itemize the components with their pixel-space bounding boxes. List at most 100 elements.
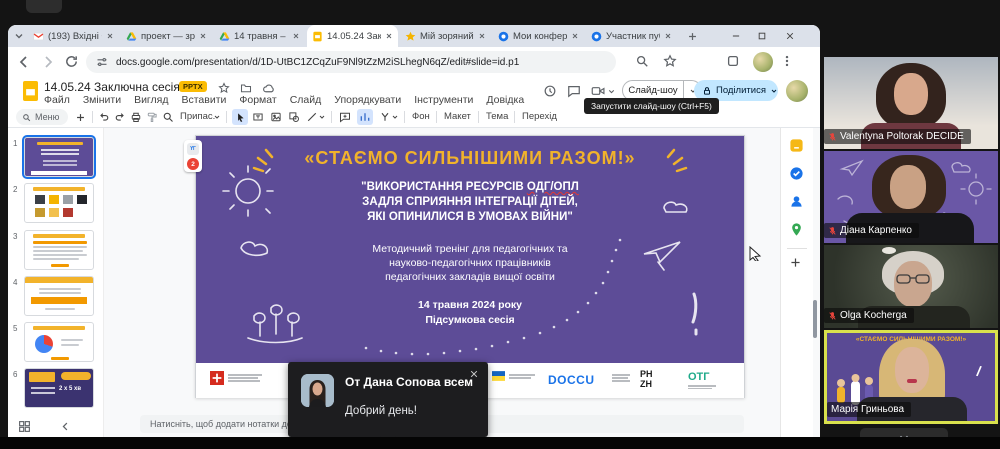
slide-thumbnail-2[interactable] <box>24 183 94 223</box>
chat-notification-popup[interactable]: От Дана Сопова всем Добрий день! <box>288 362 488 437</box>
tab-close-icon[interactable] <box>385 32 393 40</box>
browser-menu-kebab-icon[interactable] <box>780 54 796 70</box>
collapse-filmstrip-icon[interactable] <box>60 421 71 432</box>
browser-tab-drive-project[interactable]: проект — зрос… <box>121 25 212 47</box>
ministry-logo <box>492 371 535 381</box>
menu-file[interactable]: Файл <box>44 94 70 106</box>
tab-close-icon[interactable] <box>199 32 207 40</box>
history-icon[interactable] <box>543 84 556 97</box>
contacts-icon[interactable] <box>789 194 805 210</box>
tab-close-icon[interactable] <box>664 32 672 40</box>
extensions-icon[interactable] <box>726 54 742 70</box>
window-minimize-button[interactable] <box>728 28 744 44</box>
phzh-logo: PHZH <box>640 369 653 389</box>
browser-tab-conference[interactable]: Мои конфере… <box>493 25 584 47</box>
background-button[interactable]: Фон <box>412 111 430 122</box>
text-style-dropdown-icon[interactable] <box>390 111 400 123</box>
browser-profile-avatar[interactable] <box>753 52 773 72</box>
participant-tile-valentyna[interactable]: Valentyna Poltorak DECIDE <box>824 57 998 149</box>
menu-help[interactable]: Довідка <box>486 94 524 106</box>
side-panel-add-icon[interactable] <box>789 256 805 272</box>
slide-thumbnail-5[interactable] <box>24 322 94 362</box>
menu-arrange[interactable]: Упорядкувати <box>334 94 401 106</box>
comments-icon[interactable] <box>567 84 580 97</box>
menu-tools[interactable]: Інструменти <box>414 94 473 106</box>
menu-insert[interactable]: Вставити <box>181 94 226 106</box>
browser-tab-star[interactable]: Мій зоряний р… <box>400 25 491 47</box>
tab-close-icon[interactable] <box>106 32 114 40</box>
browser-tab-participant[interactable]: Участник публ… <box>586 25 677 47</box>
undo-icon[interactable] <box>96 109 112 125</box>
window-maximize-button[interactable] <box>754 28 770 44</box>
maps-icon[interactable] <box>789 222 805 238</box>
new-tab-button[interactable] <box>684 28 700 44</box>
browser-tab-drive-may14[interactable]: 14 травня – Go… <box>214 25 305 47</box>
thumbnail-caption: 2 х 5 хв <box>59 386 81 392</box>
insert-shape-icon[interactable] <box>286 109 302 125</box>
present-camera-icon[interactable] <box>591 84 604 97</box>
browser-tab-slides-active[interactable]: 14.05.24 Заклю… <box>307 25 398 47</box>
bottom-black-bar <box>0 437 1000 449</box>
transition-button[interactable]: Перехід <box>522 111 557 122</box>
zoom-magnifier-icon[interactable] <box>160 109 176 125</box>
slides-icon <box>312 31 323 42</box>
line-dropdown-icon[interactable] <box>317 111 327 123</box>
account-avatar[interactable] <box>786 80 808 102</box>
zoom-search-icon[interactable] <box>635 54 651 70</box>
chat-close-icon[interactable] <box>469 369 479 379</box>
menu-format[interactable]: Формат <box>239 94 276 106</box>
text-box-icon[interactable] <box>250 109 266 125</box>
drive-icon <box>219 31 230 42</box>
slide-thumbnail-6[interactable]: 2 х 5 хв <box>24 368 94 408</box>
slides-app-icon[interactable] <box>23 81 38 101</box>
bookmark-star-icon[interactable] <box>663 54 679 70</box>
tab-close-icon[interactable] <box>292 32 300 40</box>
fit-zoom-select[interactable]: Припас. <box>180 111 215 122</box>
insert-image-icon[interactable] <box>268 109 284 125</box>
mic-muted-icon <box>828 132 837 142</box>
layout-button[interactable]: Макет <box>444 111 471 122</box>
toolbar-search-menu[interactable]: Меню <box>16 109 68 125</box>
chart-tool-icon[interactable] <box>357 109 373 125</box>
select-cursor-icon[interactable] <box>232 109 248 125</box>
grid-view-icon[interactable] <box>18 420 31 433</box>
menu-view[interactable]: Вигляд <box>134 94 168 106</box>
reload-icon[interactable] <box>64 54 80 70</box>
fit-dropdown-icon[interactable] <box>212 111 222 123</box>
participant-name-label: Valentyna Poltorak DECIDE <box>824 129 971 144</box>
tab-search-chevron-icon[interactable] <box>13 30 25 42</box>
document-title[interactable]: 14.05.24 Заключна сесія <box>44 80 180 94</box>
insert-comment-icon[interactable] <box>337 109 353 125</box>
vertical-scrollbar[interactable] <box>813 300 817 338</box>
theme-button[interactable]: Тема <box>486 111 508 122</box>
url-bar[interactable]: docs.google.com/presentation/d/1D-UtBC1Z… <box>86 51 616 73</box>
tasks-icon[interactable] <box>789 166 805 182</box>
redo-icon[interactable] <box>112 109 128 125</box>
workspace-side-panel <box>780 128 813 437</box>
paint-format-icon[interactable] <box>144 109 160 125</box>
keep-icon[interactable] <box>789 138 805 154</box>
zoom-in-icon[interactable] <box>72 109 88 125</box>
participant-tile-diana[interactable]: Діана Карпенко <box>824 151 998 243</box>
slide-thumbnail-1[interactable] <box>24 137 94 177</box>
window-close-button[interactable] <box>782 28 798 44</box>
participants-panel: Valentyna Poltorak DECIDE <box>820 0 1000 449</box>
tab-title: Мій зоряний р… <box>420 31 474 42</box>
site-settings-icon[interactable] <box>96 56 108 68</box>
share-dropdown-icon[interactable] <box>770 87 778 95</box>
menu-edit[interactable]: Змінити <box>83 94 121 106</box>
slide-thumbnail-4[interactable] <box>24 276 94 316</box>
forward-icon[interactable] <box>40 54 56 70</box>
collaborator-chip[interactable]: ҮГ 2 <box>184 140 202 172</box>
tab-close-icon[interactable] <box>571 32 579 40</box>
back-icon[interactable] <box>16 54 32 70</box>
menu-slide[interactable]: Слайд <box>290 94 322 106</box>
tab-close-icon[interactable] <box>478 32 486 40</box>
conference-favicon-icon <box>498 31 509 42</box>
browser-tab-gmail[interactable]: (193) Вхідні • m… <box>28 25 119 47</box>
participant-tile-maria-active[interactable]: «СТАЄМО СИЛЬНІШИМИ РАЗОМ!» / Марія Гринь… <box>824 330 998 424</box>
slide-canvas[interactable]: «СТАЄМО СИЛЬНІШИМИ РАЗОМ!» "ВИКОРИСТАННЯ… <box>195 135 745 398</box>
print-icon[interactable] <box>128 109 144 125</box>
slide-thumbnail-3[interactable] <box>24 230 94 270</box>
participant-tile-olga[interactable]: Olga Kocherga <box>824 245 998 328</box>
